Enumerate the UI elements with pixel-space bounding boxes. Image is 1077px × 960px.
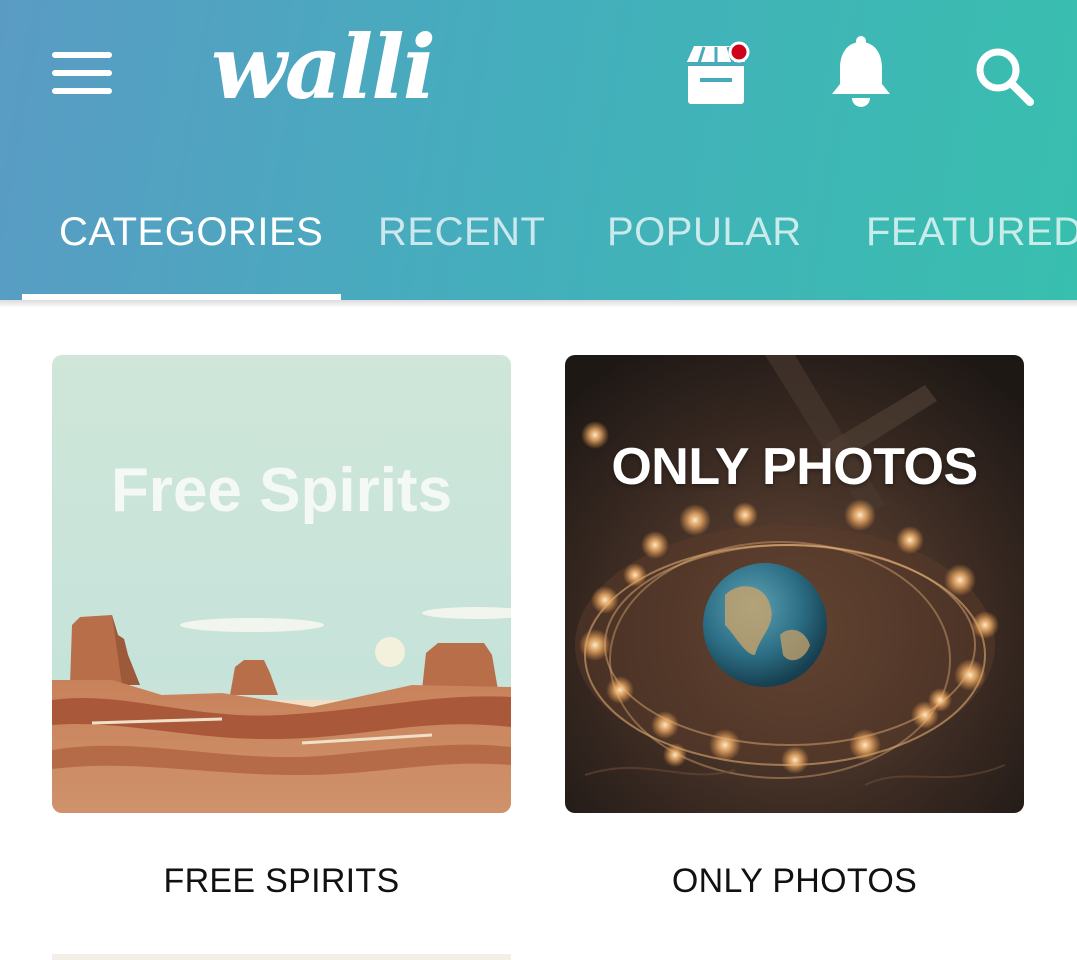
app-bar: walli CATEGORIES RECENT POPULAR FEATURED <box>0 0 1077 300</box>
card-image-title: ONLY PHOTOS <box>611 438 978 496</box>
store-button[interactable] <box>682 38 754 110</box>
category-card-only-photos[interactable]: ONLY PHOTOS <box>565 355 1024 813</box>
svg-text:walli: walli <box>211 15 434 119</box>
card-image-title: Free Spirits <box>110 456 453 525</box>
tab-featured[interactable]: FEATURED <box>866 190 1077 274</box>
next-row-card-edge <box>52 954 511 960</box>
bell-icon <box>832 36 890 107</box>
notification-dot <box>728 41 750 63</box>
tab-popular[interactable]: POPULAR <box>607 190 802 274</box>
search-button[interactable] <box>972 44 1036 108</box>
category-caption-free-spirits[interactable]: FREE SPIRITS <box>52 862 511 901</box>
category-caption-only-photos[interactable]: ONLY PHOTOS <box>565 862 1024 901</box>
notifications-button[interactable] <box>828 36 894 112</box>
store-icon <box>686 41 750 104</box>
search-icon <box>976 48 1034 106</box>
tab-categories[interactable]: CATEGORIES <box>59 190 323 274</box>
walli-logo: walli <box>205 10 505 120</box>
tab-bar: CATEGORIES RECENT POPULAR FEATURED <box>0 190 1077 300</box>
category-card-free-spirits[interactable]: Free Spirits <box>52 355 511 813</box>
tab-recent[interactable]: RECENT <box>378 190 545 274</box>
fairy-lights-globe-photo <box>565 355 1024 813</box>
app-bar-shadow <box>0 300 1077 308</box>
menu-button[interactable] <box>50 50 116 96</box>
desert-illustration <box>52 355 511 813</box>
